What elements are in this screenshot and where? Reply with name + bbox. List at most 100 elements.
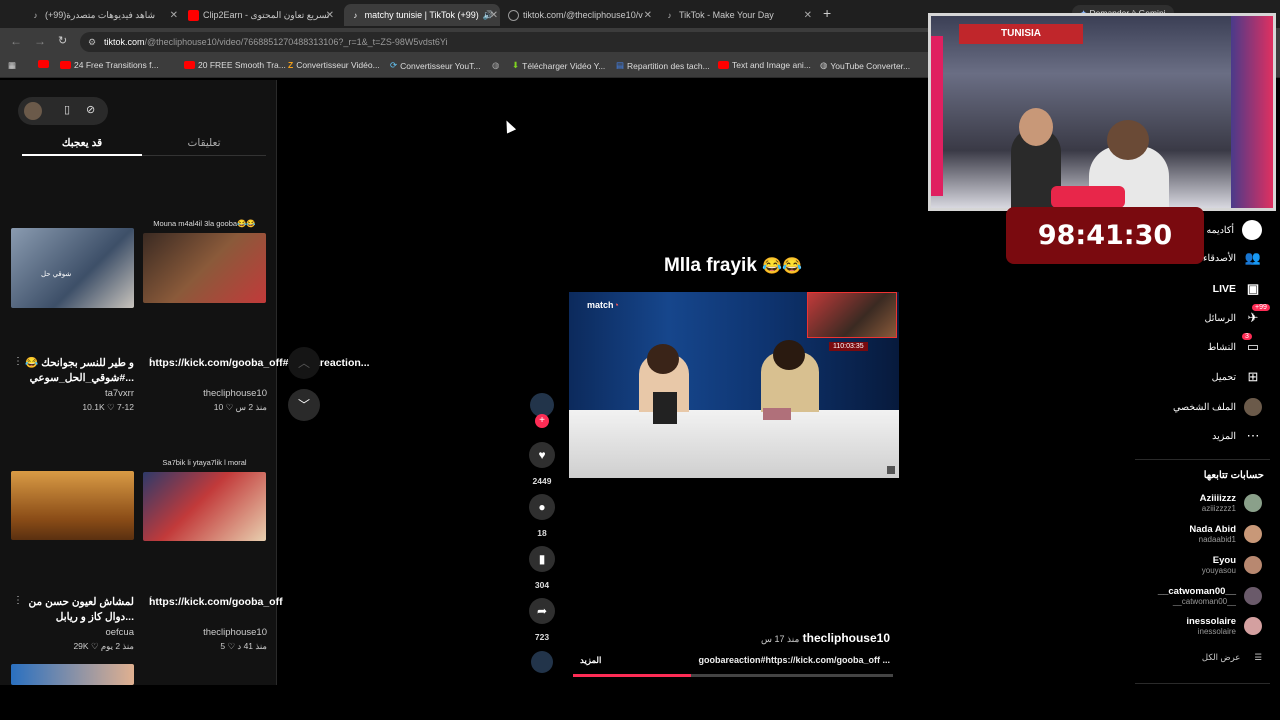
following-account[interactable]: Eyou youyasou (1202, 555, 1262, 575)
nav-academy[interactable]: أكاديمه (1206, 220, 1262, 240)
messages-badge: +99 (1252, 304, 1270, 311)
globe-icon: ◍ (820, 60, 828, 70)
close-tab-icon[interactable]: ✕ (326, 10, 334, 21)
bookmark-repartition[interactable]: ▤ Repartition des tach... (616, 60, 710, 71)
follow-plus-icon[interactable]: + (535, 414, 549, 428)
video-thumbnail[interactable] (11, 664, 134, 685)
person-right-hair (773, 340, 805, 370)
following-account[interactable]: Aziiiizzz aziiizzzz1 (1200, 493, 1262, 513)
webcam-overlay: TUNISIA (928, 13, 1276, 211)
tiktok-icon: ♪ (667, 10, 672, 20)
more-link[interactable]: المزيد (580, 655, 601, 666)
tab-trending[interactable]: ♪ (+99)شاهد فيديوهات متصدرة ✕ (30, 4, 180, 26)
card-author[interactable]: ta7vxrr (16, 388, 134, 399)
bookmark-globe[interactable]: ◍ (492, 60, 499, 71)
tab-tiktok-home[interactable]: ♪ TikTok - Make Your Day ✕ (664, 4, 814, 26)
tab-you-may-like[interactable]: قد يعجبك (22, 137, 142, 149)
bookmark-convertisseur-video[interactable]: Z Convertisseur Vidéo... (288, 60, 380, 70)
close-tab-icon[interactable]: ✕ (170, 10, 178, 21)
card-title[interactable]: https://kick.com/gooba_off (149, 595, 283, 610)
following-account[interactable]: __catwoman00__ __catwoman00__ (1158, 586, 1262, 606)
bookmark-telecharger[interactable]: ⬇ Télécharger Vidéo Y... (512, 60, 605, 71)
tunisia-banner: TUNISIA (959, 24, 1083, 44)
tab-clip2earn[interactable]: Clip2Earn - تسريع تعاون المحتوى ✕ (188, 4, 336, 26)
close-tab-icon[interactable]: ✕ (490, 10, 498, 21)
like-button[interactable]: ♥ (529, 442, 555, 468)
share-icon: ➦ (536, 604, 548, 618)
card-author[interactable]: thecliphouse10 (149, 627, 267, 638)
card-meta: 5 ♡ منذ 41 د (220, 641, 267, 651)
youtube-icon (60, 61, 71, 69)
bookmark-smooth[interactable]: 20 FREE Smooth Tra... (184, 60, 286, 70)
site-info-icon[interactable]: ⚙ (88, 32, 96, 52)
card-author[interactable]: oefcua (16, 627, 134, 638)
card-title[interactable]: لمشاش لعيون حسن من دوال كاز و ريابل... (16, 595, 134, 625)
video-thumbnail[interactable] (11, 471, 134, 540)
device-icon[interactable]: ▯ (64, 103, 70, 116)
video-thumbnail[interactable] (143, 233, 266, 303)
card-title[interactable]: و طير للنسر بجوانحك 😂 #شوقي_الحل_سوعي... (16, 356, 134, 386)
following-account[interactable]: inessolaire inessolaire (1186, 616, 1262, 636)
tab-underline (22, 154, 142, 156)
url-field[interactable]: ⚙ tiktok.com/@thecliphouse10/video/76688… (80, 32, 940, 52)
card-title[interactable]: https://kick.com/gooba_off#goobareaction… (149, 356, 370, 371)
avatar[interactable] (24, 102, 42, 120)
globe-icon: ◍ (492, 60, 500, 70)
nav-upload[interactable]: تحميل ⊞ (1212, 369, 1262, 385)
bookmark-youtube-1[interactable] (38, 60, 49, 68)
video-player[interactable]: match◔ 110:03:35 (569, 292, 899, 478)
sidebar-divider (1135, 459, 1270, 460)
corner-icon (887, 466, 895, 474)
card-meta: 10.1K ♡ 7-12 (82, 402, 134, 412)
comment-button[interactable]: ● (529, 494, 555, 520)
tab-thecliphouse[interactable]: tiktok.com/@thecliphouse10/v ✕ (508, 4, 654, 26)
youtube-icon (184, 61, 195, 69)
person-left-face (1019, 108, 1053, 146)
inset-timer: 110:03:35 (829, 342, 868, 351)
new-tab-button[interactable]: + (823, 5, 831, 21)
bookmark-youtube-converter[interactable]: ◍ YouTube Converter... (820, 60, 910, 71)
upload-icon: ⊞ (1247, 369, 1259, 384)
messages-icon: ✈ +99 (1244, 304, 1270, 326)
tab-matchy-tunisie[interactable]: ♪ matchy tunisie | TikTok (+99) 🔊 ✕ (344, 4, 500, 26)
bookmark-text-image[interactable]: Text and Image ani... (718, 60, 811, 70)
close-tab-icon[interactable]: ✕ (804, 10, 812, 21)
progress-track[interactable] (573, 674, 893, 677)
profile-icon (1244, 398, 1262, 416)
previous-video-button[interactable]: ︿ (288, 347, 320, 379)
next-video-button[interactable]: ﹀ (288, 389, 320, 421)
video-thumbnail[interactable] (143, 472, 266, 541)
save-button[interactable]: ▮ (529, 546, 555, 572)
nav-friends[interactable]: الأصدقاء 👥 (1203, 250, 1262, 266)
close-tab-icon[interactable]: ✕ (644, 10, 652, 21)
avatar (1244, 556, 1262, 574)
bookmark-convertisseur-youtube[interactable]: ⟳ Convertisseur YouT... (390, 60, 480, 71)
video-thumbnail[interactable]: شوقي حل (11, 228, 134, 308)
nav-live[interactable]: LIVE ▣ (1213, 281, 1262, 297)
compass-icon[interactable]: ⊘ (86, 103, 95, 116)
nav-profile[interactable]: الملف الشخصي (1173, 398, 1262, 416)
avatar (1244, 494, 1262, 512)
tab-comments[interactable]: تعليقات (142, 137, 266, 149)
card-author[interactable]: thecliphouse10 (149, 388, 267, 399)
reload-icon[interactable]: ↻ (58, 34, 67, 47)
see-all-link[interactable]: عرض الكل ☰ (1202, 652, 1262, 663)
forward-icon[interactable]: → (34, 34, 46, 48)
share-button[interactable]: ➦ (529, 598, 555, 624)
live-icon: ▣ (1246, 281, 1260, 296)
back-icon[interactable]: ← (10, 34, 22, 48)
video-author[interactable]: منذ 17 س thecliphouse10 (640, 631, 890, 645)
following-account[interactable]: Nada Abid nadaabid1 (1189, 524, 1262, 544)
sound-disc-icon[interactable] (531, 651, 553, 673)
nav-messages[interactable]: الرسائل ✈ +99 (1205, 304, 1270, 326)
like-count: 2449 (532, 476, 552, 486)
bookmark-transitions[interactable]: 24 Free Transitions f... (60, 60, 159, 70)
avatar (1244, 617, 1262, 635)
nav-more[interactable]: المزيد ⋯ (1212, 428, 1262, 444)
docs-icon: ▤ (616, 60, 625, 70)
card-meta: 29K ♡ منذ 2 يوم (73, 641, 134, 651)
stream-inset (807, 292, 897, 338)
friends-icon: 👥 (1244, 250, 1262, 265)
nav-activity[interactable]: النشاط ▭ 3 (1207, 333, 1262, 355)
apps-icon[interactable]: ▦ (8, 60, 16, 71)
